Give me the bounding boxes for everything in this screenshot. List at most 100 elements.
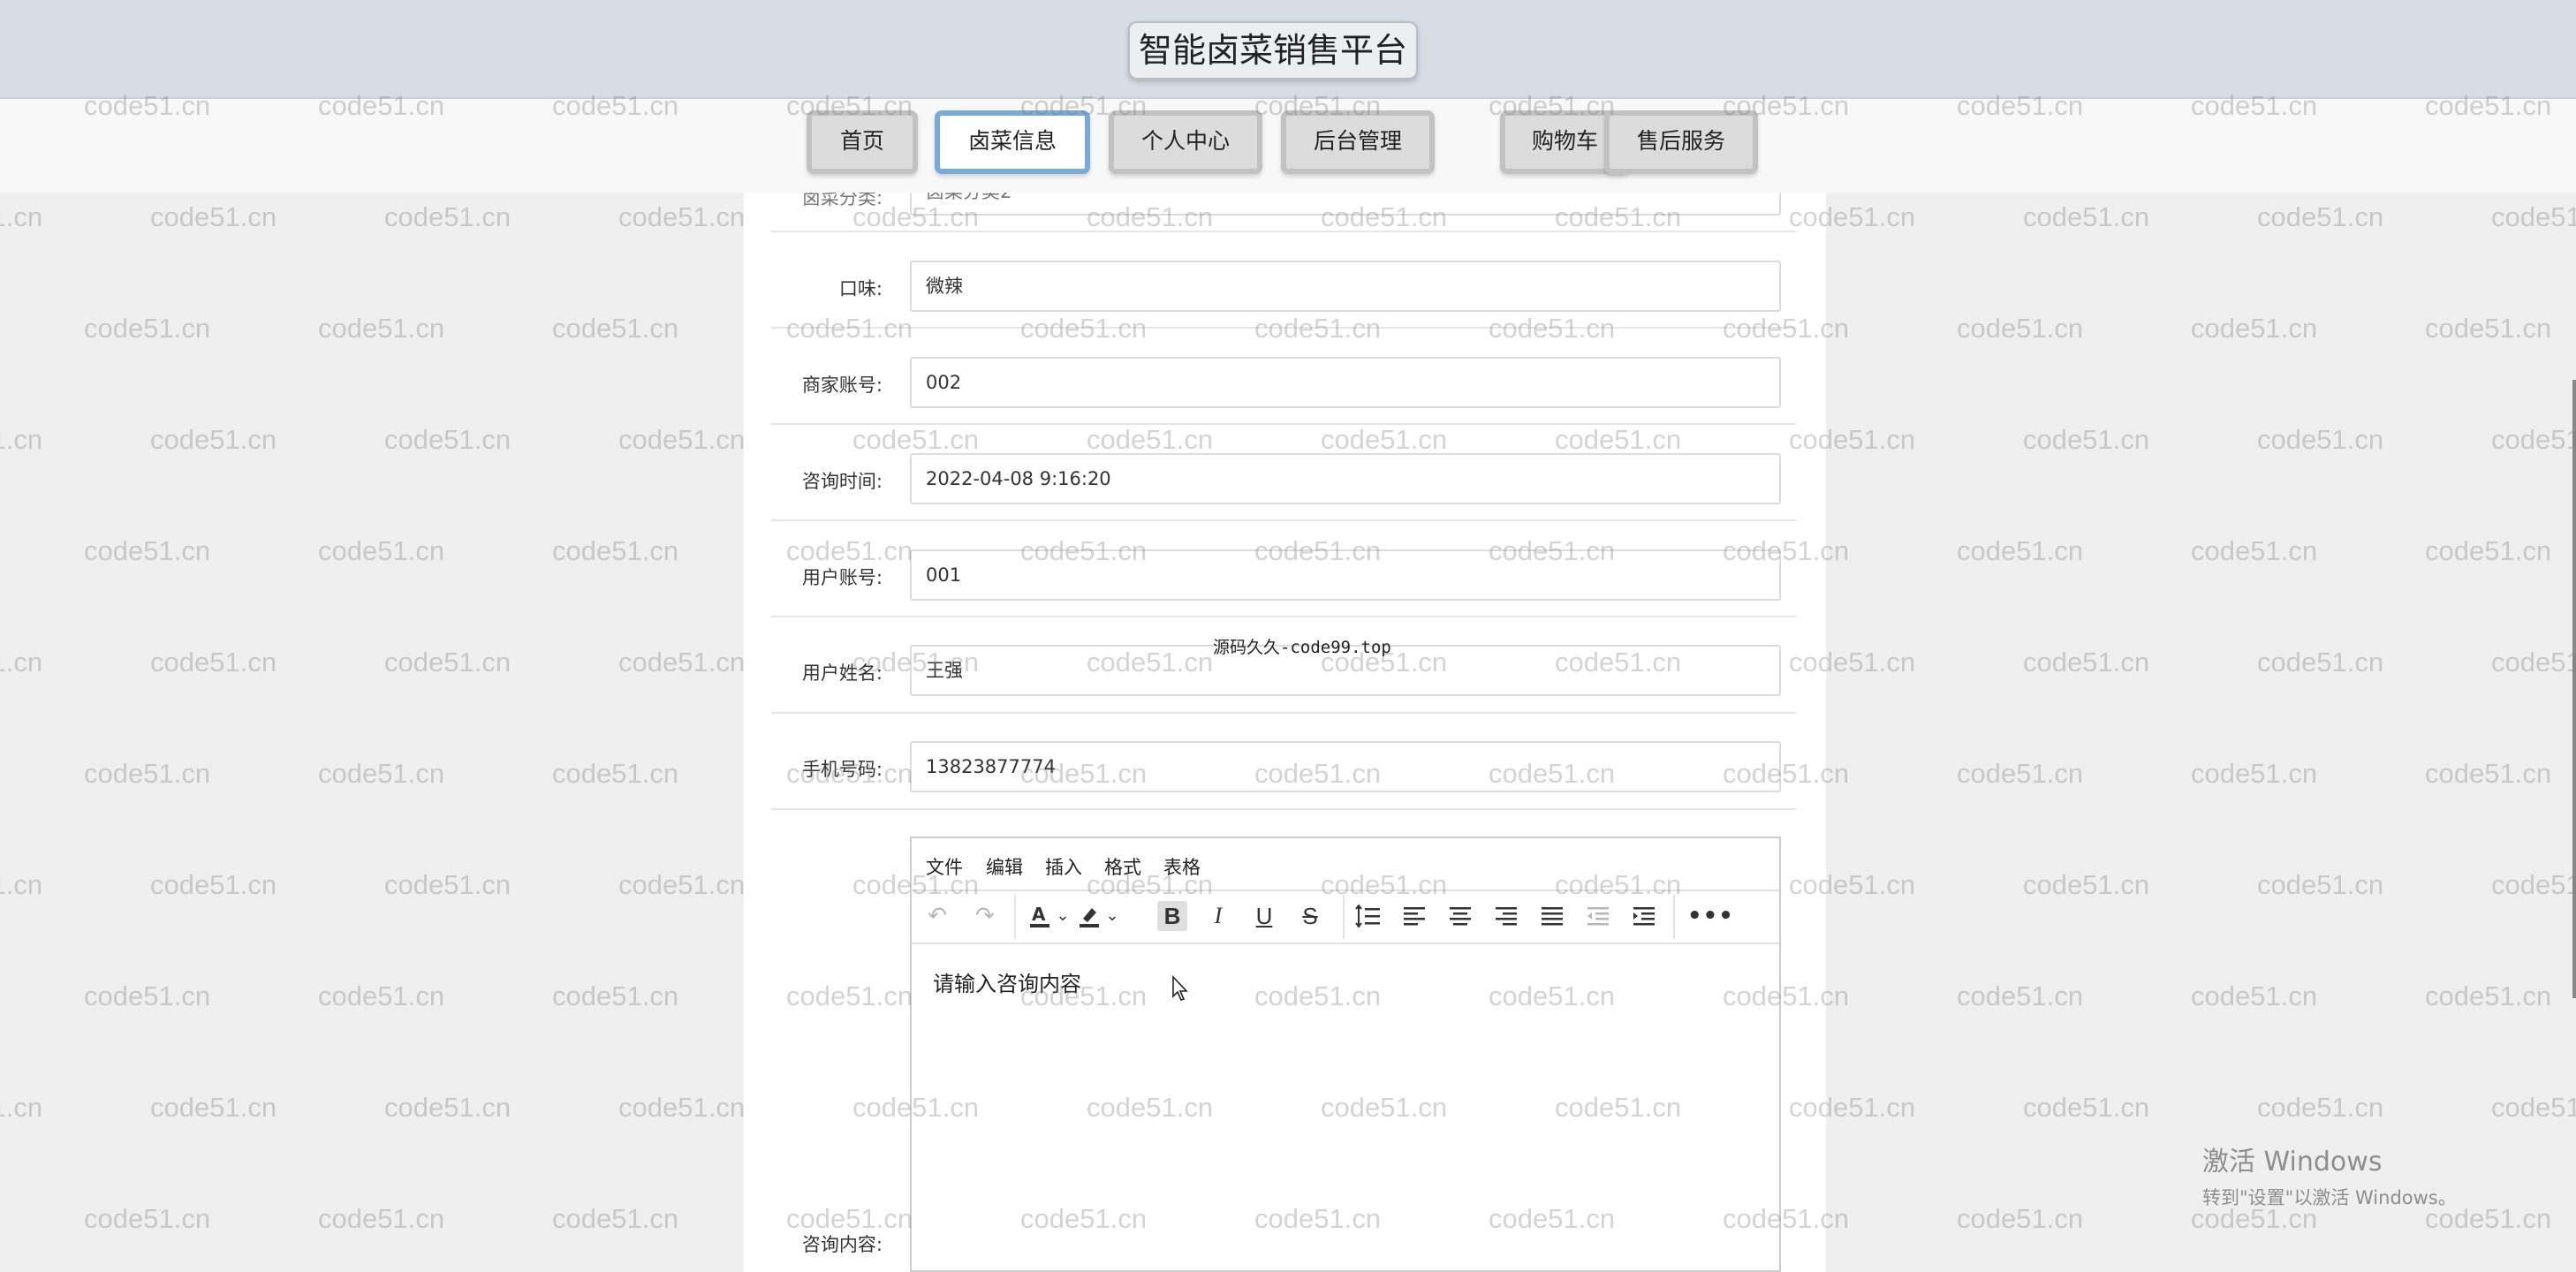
editor-toolbar: ↶ ↷ A ⌄ ⌄ B I U S ••• bbox=[912, 890, 1779, 944]
row-divider bbox=[771, 423, 1796, 425]
outdent-icon[interactable] bbox=[1583, 901, 1613, 931]
align-center-icon[interactable] bbox=[1445, 901, 1475, 931]
consult-time-label: 咨询时间: bbox=[801, 471, 883, 492]
nav-home-button-overlay[interactable]: 首页 bbox=[807, 110, 918, 174]
editor-placeholder[interactable]: 请输入咨询内容 bbox=[933, 966, 1081, 997]
more-icon[interactable]: ••• bbox=[1687, 901, 1733, 931]
watermark-text: code51.cn bbox=[2257, 424, 2384, 455]
row-divider bbox=[771, 808, 1796, 810]
watermark-text: code51.cn bbox=[618, 1092, 746, 1123]
row-divider bbox=[771, 712, 1796, 714]
watermark-text: code51.cn bbox=[84, 758, 211, 789]
user-account-field[interactable]: 001 bbox=[910, 549, 1781, 601]
watermark-text: code51.cn bbox=[384, 647, 511, 678]
watermark-text: code51.cn bbox=[0, 201, 43, 232]
watermark-text: code51.cn bbox=[2191, 535, 2318, 566]
watermark-text: code51.cn bbox=[0, 869, 43, 900]
nav-admin-button-overlay[interactable]: 后台管理 bbox=[1281, 110, 1435, 174]
indent-icon[interactable] bbox=[1629, 901, 1659, 931]
underline-icon[interactable]: U bbox=[1249, 901, 1279, 931]
watermark-text: code51.cn bbox=[2257, 201, 2384, 232]
site-title: 智能卤菜销售平台 bbox=[1128, 21, 1418, 80]
watermark-text: code51.cn bbox=[150, 869, 277, 900]
watermark-text: code51.cn bbox=[2191, 758, 2318, 789]
watermark-text: code51.cn bbox=[1957, 313, 2084, 344]
row-divider bbox=[771, 519, 1796, 521]
header: 智能卤菜销售平台 bbox=[0, 0, 2576, 99]
menu-insert[interactable]: 插入 bbox=[1045, 853, 1082, 880]
undo-icon[interactable]: ↶ bbox=[922, 901, 952, 931]
watermark-text: code51.cn bbox=[618, 647, 746, 678]
watermark-text: code51.cn bbox=[150, 201, 277, 232]
watermark-text: code51.cn bbox=[618, 201, 746, 232]
watermark-text: code51.cn bbox=[552, 1203, 679, 1234]
taste-field[interactable]: 微辣 bbox=[910, 261, 1781, 312]
menu-file[interactable]: 文件 bbox=[926, 853, 963, 880]
menu-table[interactable]: 表格 bbox=[1163, 853, 1201, 880]
toolbar-separator bbox=[1014, 895, 1016, 939]
align-right-icon[interactable] bbox=[1491, 901, 1521, 931]
nav-aftersale-button-overlay[interactable]: 售后服务 bbox=[1604, 110, 1758, 174]
watermark-text: code51.cn bbox=[1957, 758, 2084, 789]
watermark-text: code51.cn bbox=[1957, 980, 2084, 1011]
menu-format[interactable]: 格式 bbox=[1104, 853, 1141, 880]
scrollbar[interactable] bbox=[2572, 380, 2576, 998]
highlight-icon[interactable] bbox=[1074, 901, 1104, 931]
watermark-text: code51.cn bbox=[0, 647, 43, 678]
watermark-text: code51.cn bbox=[1957, 1203, 2084, 1234]
watermark-text: code51.cn bbox=[618, 869, 746, 900]
nav-personal-button-overlay[interactable]: 个人中心 bbox=[1109, 110, 1262, 174]
watermark-text: code51.cn bbox=[2425, 980, 2552, 1011]
italic-icon[interactable]: I bbox=[1203, 901, 1233, 931]
redo-icon[interactable]: ↷ bbox=[970, 901, 1000, 931]
align-justify-icon[interactable] bbox=[1537, 901, 1567, 931]
watermark-text: code51.cn bbox=[318, 313, 445, 344]
phone-field[interactable]: 13823877774 bbox=[910, 741, 1781, 792]
watermark-text: code51.cn bbox=[2257, 869, 2384, 900]
bold-icon[interactable]: B bbox=[1157, 901, 1187, 931]
watermark-text: code51.cn bbox=[84, 980, 211, 1011]
page: 智能卤菜销售平台 首页 卤菜信息 个人中心 后台管理 购物车 售后服务 卤菜分类… bbox=[0, 0, 2576, 1272]
watermark-text: code51.cn bbox=[2023, 1092, 2150, 1123]
row-divider bbox=[771, 231, 1796, 232]
rich-text-editor[interactable]: 文件 编辑 插入 格式 表格 ↶ ↷ A ⌄ ⌄ B I U S ••• 请输入… bbox=[910, 837, 1781, 1272]
text-color-icon[interactable]: A bbox=[1025, 901, 1055, 931]
consult-time-field[interactable]: 2022-04-08 9:16:20 bbox=[910, 453, 1781, 504]
user-account-label: 用户账号: bbox=[801, 567, 883, 588]
watermark-text: code51.cn bbox=[618, 424, 746, 455]
watermark-text: code51.cn bbox=[318, 535, 445, 566]
watermark-text: code51.cn bbox=[2425, 758, 2552, 789]
watermark-text: code51.cn bbox=[318, 758, 445, 789]
toolbar-separator bbox=[1343, 895, 1345, 939]
watermark-text: code51.cn bbox=[2425, 535, 2552, 566]
watermark-text: code51.cn bbox=[2257, 1092, 2384, 1123]
merchant-account-label: 商家账号: bbox=[801, 375, 883, 396]
watermark-text: code51.cn bbox=[2023, 424, 2150, 455]
menu-edit[interactable]: 编辑 bbox=[986, 853, 1023, 880]
merchant-account-field[interactable]: 002 bbox=[910, 357, 1781, 408]
mouse-cursor-icon bbox=[1172, 975, 1188, 1001]
watermark-text: code51.cn bbox=[384, 424, 511, 455]
align-left-icon[interactable] bbox=[1399, 901, 1429, 931]
watermark-text: code51.cn bbox=[2023, 647, 2150, 678]
windows-activation-hint: 转到"设置"以激活 Windows。 bbox=[2202, 1187, 2457, 1208]
watermark-text: code51.cn bbox=[2191, 313, 2318, 344]
line-height-icon[interactable] bbox=[1353, 901, 1383, 931]
center-watermark: 源码久久-code99.top bbox=[1213, 638, 1391, 657]
chevron-down-icon[interactable]: ⌄ bbox=[1053, 901, 1072, 931]
watermark-text: code51.cn bbox=[1957, 535, 2084, 566]
watermark-text: code51.cn bbox=[150, 647, 277, 678]
watermark-text: code51.cn bbox=[552, 758, 679, 789]
watermark-text: code51.cn bbox=[2491, 647, 2576, 678]
taste-label: 口味: bbox=[838, 278, 883, 299]
watermark-text: code51.cn bbox=[2491, 869, 2576, 900]
strikethrough-icon[interactable]: S bbox=[1295, 901, 1325, 931]
watermark-text: code51.cn bbox=[552, 980, 679, 1011]
watermark-text: code51.cn bbox=[2491, 201, 2576, 232]
watermark-text: code51.cn bbox=[384, 869, 511, 900]
watermark-text: code51.cn bbox=[2491, 1092, 2576, 1123]
chevron-down-icon[interactable]: ⌄ bbox=[1102, 901, 1122, 931]
nav-info-button-overlay[interactable]: 卤菜信息 bbox=[935, 110, 1090, 174]
watermark-text: code51.cn bbox=[552, 535, 679, 566]
phone-label: 手机号码: bbox=[801, 759, 883, 780]
